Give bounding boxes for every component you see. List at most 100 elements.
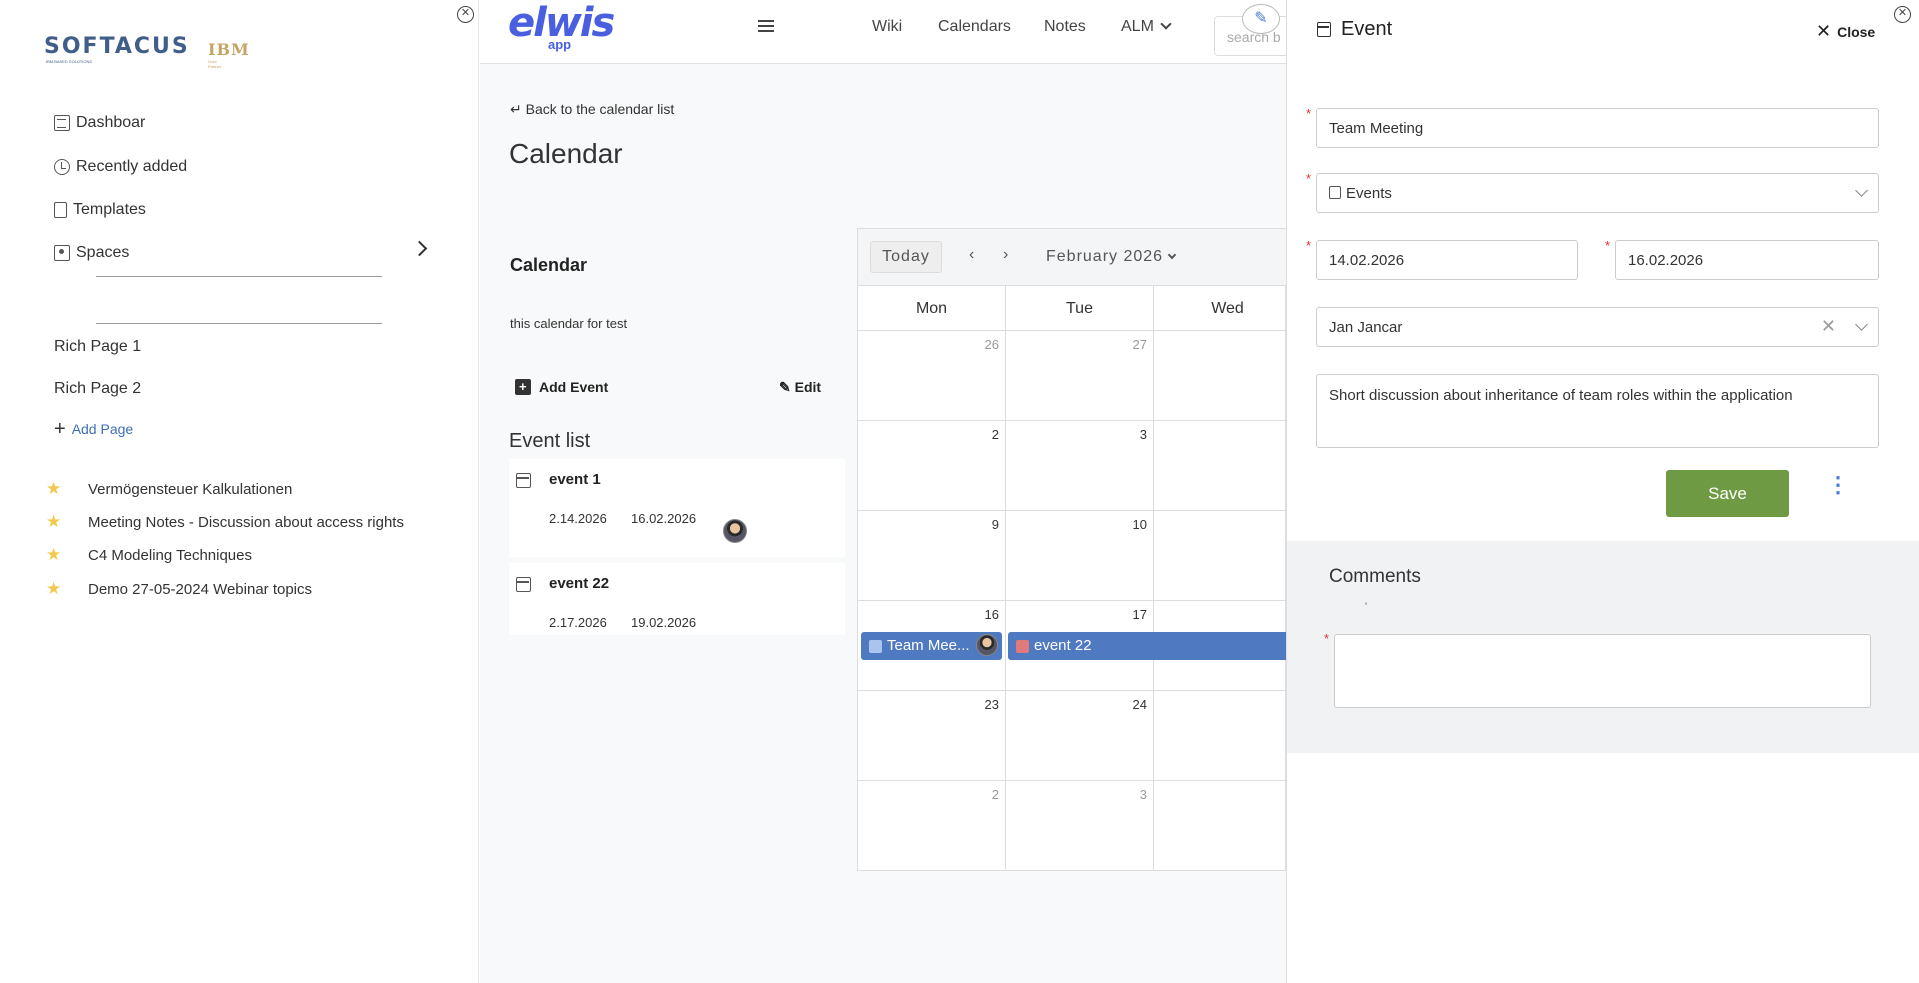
event-end: 19.02.2026 [631, 615, 697, 630]
back-label: Back to the calendar list [525, 101, 675, 117]
calendar-day-cell[interactable]: 3 [1006, 421, 1154, 511]
calendar-day-cell[interactable]: 2 [858, 781, 1006, 871]
calendar-day-cell[interactable]: 9 [858, 511, 1006, 601]
calendar-icon [1329, 186, 1341, 199]
calendar-icon [1317, 22, 1331, 37]
end-date-input[interactable]: 16.02.2026 [1615, 240, 1879, 280]
favorite-item[interactable]: ★ Meeting Notes - Discussion about acces… [46, 512, 404, 532]
event-panel: Event ✕ Close ✕ * Team Meeting * Events … [1286, 0, 1919, 983]
day-header-mon: Mon [858, 286, 1006, 331]
month-selector[interactable]: February 2026 [1046, 248, 1177, 266]
sidebar-item-spaces[interactable]: Spaces [54, 241, 129, 265]
divider [96, 323, 382, 324]
event-end: 16.02.2026 [631, 511, 697, 526]
calendar-description: this calendar for test [510, 316, 628, 331]
description-textarea[interactable]: Short discussion about inheritance of te… [1316, 374, 1879, 448]
more-options-icon[interactable]: ⋮ [1827, 474, 1849, 496]
favorite-item[interactable]: ★ Vermögensteuer Kalkulationen [46, 479, 292, 499]
calendar-select[interactable]: Events [1316, 173, 1879, 213]
calendar-select-value: Events [1346, 185, 1392, 202]
calendar-toolbar: Today ‹ › February 2026 [858, 229, 1287, 286]
event-list-item[interactable]: event 1 2.14.2026 16.02.2026 [509, 459, 845, 557]
calendar-day-cell[interactable]: 2 [858, 421, 1006, 511]
day-number: 26 [984, 337, 999, 352]
day-number: 16 [984, 607, 999, 622]
pencil-icon[interactable]: ✎ [1242, 4, 1280, 34]
edit-button[interactable]: ✎ Edit [779, 379, 821, 396]
sidebar-item-label: Recently added [76, 158, 188, 175]
calendar-day-cell[interactable] [1154, 421, 1302, 511]
event-list-title: Event list [509, 430, 591, 452]
add-page-button[interactable]: + Add Page [54, 419, 134, 439]
comments-section: Comments ' * [1287, 541, 1919, 753]
nav-wiki[interactable]: Wiki [872, 18, 902, 36]
sidebar-item-dashboard[interactable]: Dashboar [54, 111, 145, 135]
calendar-icon [516, 473, 531, 488]
logo-partner-sub: Gold Partner [208, 59, 222, 69]
close-button[interactable]: ✕ Close [1816, 21, 1875, 42]
sidebar-item-label: Spaces [76, 244, 130, 261]
sidebar-item-templates[interactable]: Templates [54, 198, 146, 222]
day-number: 10 [1132, 517, 1147, 532]
comment-input[interactable] [1334, 634, 1871, 708]
dashboard-icon [54, 115, 70, 131]
sidebar-item-label: Dashboar [76, 114, 146, 131]
favorite-label: Vermögensteuer Kalkulationen [88, 480, 293, 498]
assignee-select[interactable]: Jan Jancar ✕ [1316, 307, 1879, 347]
calendar-icon [516, 577, 531, 592]
add-event-button[interactable]: Add Event [515, 379, 608, 395]
calendar-day-cell[interactable]: 26 [858, 331, 1006, 421]
star-icon: ★ [46, 512, 62, 531]
calendar-day-cell[interactable]: 1 [1154, 511, 1302, 601]
close-panel-icon[interactable]: ✕ [1894, 6, 1911, 23]
event-start: 2.14.2026 [549, 511, 607, 526]
page-link-rich-page-1[interactable]: Rich Page 1 [54, 338, 141, 356]
spaces-icon [54, 245, 70, 261]
add-page-label: Add Page [71, 421, 134, 437]
calendar-event-event-22[interactable]: event 22 [1008, 632, 1287, 660]
event-name-input[interactable]: Team Meeting [1316, 108, 1879, 148]
calendar-day-cell[interactable]: 24 [1006, 691, 1154, 781]
favorite-item[interactable]: ★ C4 Modeling Techniques [46, 545, 252, 565]
nav-alm[interactable]: ALM [1121, 18, 1172, 36]
chevron-down-icon [1855, 184, 1868, 197]
favorite-label: Demo 27-05-2024 Webinar topics [88, 580, 313, 598]
event-color-swatch [869, 640, 882, 653]
calendar-day-cell[interactable]: 2 [1154, 691, 1302, 781]
next-month-button[interactable]: › [1003, 246, 1008, 264]
nav-alm-label: ALM [1121, 18, 1154, 35]
calendar-event-team-meeting[interactable]: Team Mee... [861, 632, 1002, 660]
favorite-item[interactable]: ★ Demo 27-05-2024 Webinar topics [46, 579, 312, 599]
calendar-card-title: Calendar [510, 255, 588, 275]
back-link[interactable]: ↵ Back to the calendar list [510, 101, 674, 118]
softacus-logo: SOFTACUS IBM BASED SOLUTIONS IBM Gold Pa… [44, 34, 249, 69]
calendar-day-cell[interactable]: 27 [1006, 331, 1154, 421]
today-button[interactable]: Today [870, 241, 942, 273]
chevron-down-icon [1167, 250, 1177, 260]
prev-month-button[interactable]: ‹ [969, 246, 974, 264]
event-start: 2.17.2026 [549, 615, 607, 630]
nav-calendars[interactable]: Calendars [938, 18, 1011, 36]
calendar-day-cell[interactable]: 23 [858, 691, 1006, 781]
page-title: Calendar [509, 138, 623, 169]
nav-notes[interactable]: Notes [1044, 18, 1086, 36]
page-link-rich-page-2[interactable]: Rich Page 2 [54, 380, 141, 398]
menu-icon[interactable] [758, 20, 774, 32]
calendar-day-cell[interactable] [1154, 781, 1302, 871]
day-number: 9 [991, 517, 999, 532]
required-marker: * [1306, 171, 1312, 186]
calendar-day-cell[interactable]: 3 [1006, 781, 1154, 871]
month-label: February 2026 [1046, 248, 1164, 265]
logo-brand: SOFTACUS [44, 34, 190, 59]
event-list-item[interactable]: event 22 2.17.2026 19.02.2026 [509, 563, 845, 635]
chevron-right-icon[interactable] [411, 240, 428, 257]
start-date-input[interactable]: 14.02.2026 [1316, 240, 1578, 280]
calendar-grid: Today ‹ › February 2026 Mon Tue Wed 26 27… [857, 228, 1302, 871]
close-sidebar-icon[interactable]: ✕ [457, 6, 474, 23]
save-button[interactable]: Save [1666, 470, 1789, 517]
sidebar-item-recently-added[interactable]: Recently added [54, 155, 187, 179]
clear-icon[interactable]: ✕ [1821, 316, 1836, 337]
calendar-day-cell[interactable]: 2 [1154, 331, 1302, 421]
event-color-swatch [1016, 640, 1029, 653]
calendar-day-cell[interactable]: 10 [1006, 511, 1154, 601]
